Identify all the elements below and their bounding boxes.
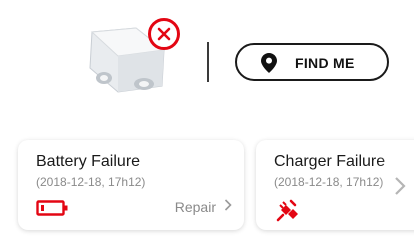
chevron-right-icon [224, 198, 232, 216]
find-me-label: FIND ME [295, 55, 355, 71]
card-date: (2018-12-18, 17h12) [36, 175, 146, 189]
card-title: Charger Failure [274, 153, 386, 170]
next-card-chevron-icon[interactable] [394, 176, 406, 201]
battery-empty-icon [36, 198, 70, 223]
find-me-button[interactable]: FIND ME [235, 43, 389, 81]
card-title: Battery Failure [36, 153, 141, 170]
battery-failure-card[interactable]: Battery Failure (2018-12-18, 17h12) Repa… [18, 140, 244, 230]
error-status-icon [148, 18, 180, 50]
repair-label: Repair [174, 199, 216, 215]
charger-failure-card[interactable]: Charger Failure (2018-12-18, 17h12) [256, 140, 414, 230]
location-pin-icon [261, 53, 277, 78]
repair-link[interactable]: Repair [175, 198, 232, 216]
card-date: (2018-12-18, 17h12) [274, 175, 384, 189]
vertical-divider [207, 42, 209, 82]
unplugged-charger-icon [274, 198, 300, 229]
